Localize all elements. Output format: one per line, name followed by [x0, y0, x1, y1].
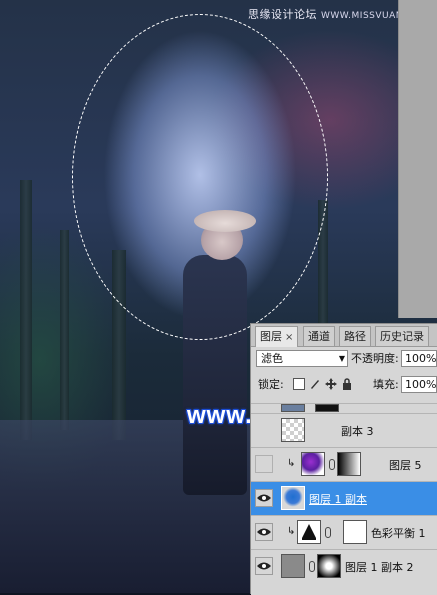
- tab-label: 历史记录: [380, 330, 424, 343]
- layer-name[interactable]: 图层 1 副本 2: [345, 559, 414, 575]
- opacity-input[interactable]: 100%: [401, 350, 437, 367]
- panel-tabs: 图层 × 通道 路径 历史记录: [251, 324, 437, 347]
- layer-thumbnail: [281, 404, 305, 412]
- tab-label: 通道: [308, 330, 330, 343]
- link-chain-icon: [325, 527, 331, 538]
- tab-label: 图层: [260, 330, 282, 343]
- layer-mask-thumbnail: [343, 520, 367, 544]
- layer-thumbnail: [281, 418, 305, 442]
- tab-channels[interactable]: 通道: [303, 326, 335, 346]
- layer-name[interactable]: 色彩平衡 1: [371, 525, 426, 541]
- layer-row-selected[interactable]: 图层 1 副本: [251, 481, 437, 516]
- lock-position-icon[interactable]: [325, 378, 337, 390]
- visibility-toggle[interactable]: [255, 455, 273, 473]
- lock-transparent-pixels-icon[interactable]: [293, 378, 305, 390]
- tab-paths[interactable]: 路径: [339, 326, 371, 346]
- lock-row: 锁定: 填充: 100%: [251, 373, 437, 397]
- eye-icon[interactable]: [255, 557, 273, 575]
- chevron-down-icon: ▼: [338, 354, 345, 363]
- layers-panel: 图层 × 通道 路径 历史记录 滤色 ▼ 不透明度: 100% 锁定: 填充: …: [250, 323, 437, 595]
- layer-name[interactable]: 副本 3: [341, 423, 374, 439]
- layer-name[interactable]: 图层 5: [389, 457, 422, 473]
- lock-image-pixels-icon[interactable]: [309, 378, 321, 390]
- layer-row[interactable]: 图层 1 副本 2: [251, 549, 437, 595]
- lock-label: 锁定:: [258, 378, 284, 391]
- tree-trunk: [60, 230, 69, 430]
- fill-label: 填充:: [373, 378, 399, 391]
- layer-row[interactable]: ↳ 色彩平衡 1: [251, 515, 437, 550]
- link-chain-icon: [309, 561, 315, 572]
- tree-trunk: [20, 180, 32, 440]
- elliptical-selection-marquee[interactable]: [72, 14, 328, 340]
- layer-row[interactable]: ↳ 图层 5: [251, 447, 437, 482]
- tab-layers[interactable]: 图层 ×: [255, 326, 299, 347]
- link-chain-icon: [329, 459, 335, 470]
- tab-history[interactable]: 历史记录: [375, 326, 429, 346]
- layer-row[interactable]: 副本 3: [251, 413, 437, 448]
- tab-label: 路径: [344, 330, 366, 343]
- layer-mask-thumbnail: [317, 554, 341, 578]
- close-icon[interactable]: ×: [285, 332, 293, 343]
- layer-thumbnail: [301, 452, 325, 476]
- blend-mode-value: 滤色: [261, 352, 283, 365]
- eye-icon[interactable]: [255, 489, 273, 507]
- layer-mask-thumbnail: [315, 404, 339, 412]
- clipping-arrow-icon: ↳: [287, 458, 296, 469]
- blend-row: 滤色 ▼ 不透明度: 100%: [251, 347, 437, 371]
- blend-mode-select[interactable]: 滤色 ▼: [256, 350, 348, 367]
- workspace-gutter: [398, 0, 437, 318]
- fill-input[interactable]: 100%: [401, 376, 437, 393]
- layer-mask-thumbnail: [337, 452, 361, 476]
- layer-name[interactable]: 图层 1 副本: [309, 491, 367, 507]
- watermark-top-text: 思缘设计论坛: [248, 8, 317, 21]
- opacity-label: 不透明度:: [351, 352, 399, 365]
- layer-thumbnail: [281, 486, 305, 510]
- clipping-arrow-icon: ↳: [287, 526, 296, 537]
- layer-thumbnail: [281, 554, 305, 578]
- adjustment-balance-icon: [297, 520, 321, 544]
- eye-icon[interactable]: [255, 523, 273, 541]
- lock-all-icon[interactable]: [341, 378, 353, 390]
